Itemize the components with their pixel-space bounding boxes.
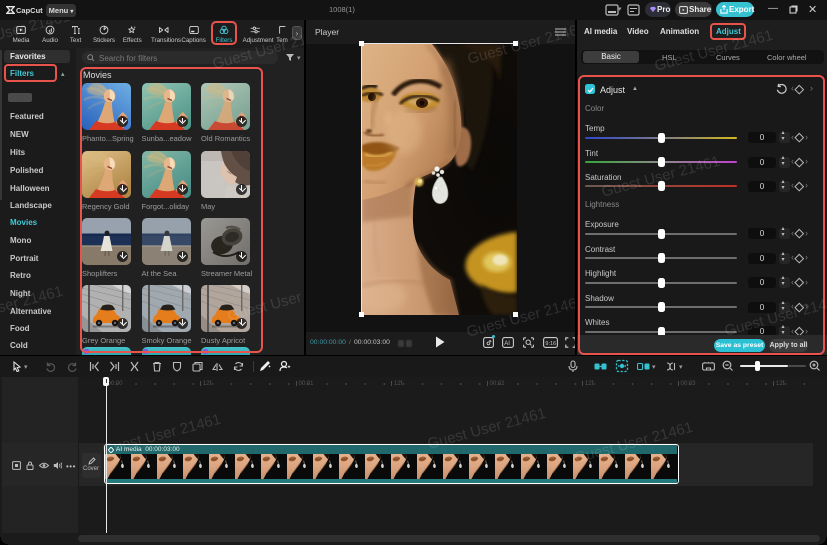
svg-text:AI: AI [504, 341, 510, 347]
svg-text:9:16: 9:16 [545, 341, 556, 347]
